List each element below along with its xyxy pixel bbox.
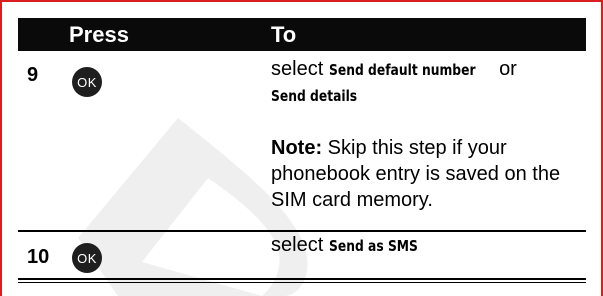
action-or: or: [499, 58, 517, 80]
row-action: select Send as SMS: [271, 233, 571, 259]
table-row: 10 OK select Send as SMS: [18, 232, 586, 278]
menu-item-send-as-sms: Send as SMS: [328, 237, 418, 255]
step-number: 9: [27, 64, 39, 86]
table-header: Press To: [18, 18, 586, 51]
table-bottom-rule: [18, 278, 586, 283]
ok-button-icon: OK: [72, 243, 102, 273]
action-prefix: select: [271, 234, 324, 256]
menu-item-send-details: Send details: [271, 87, 358, 105]
ok-button-icon: OK: [72, 67, 102, 97]
note-label: Note:: [271, 137, 323, 159]
action-prefix: select: [271, 58, 324, 80]
table-row: 9 OK select Send default number or Send …: [18, 51, 586, 232]
instruction-table: Press To 9 OK select Send default number…: [18, 18, 586, 283]
step-number: 10: [27, 246, 50, 268]
row-note: Note: Skip this step if your phonebook e…: [271, 135, 581, 213]
row-action: select Send default number or Send detai…: [271, 57, 571, 109]
column-header-to: To: [271, 22, 297, 47]
ok-key-label: OK: [77, 250, 97, 266]
menu-item-send-default-number: Send default number: [328, 61, 476, 79]
ok-key-label: OK: [77, 74, 97, 90]
column-header-press: Press: [69, 22, 129, 47]
